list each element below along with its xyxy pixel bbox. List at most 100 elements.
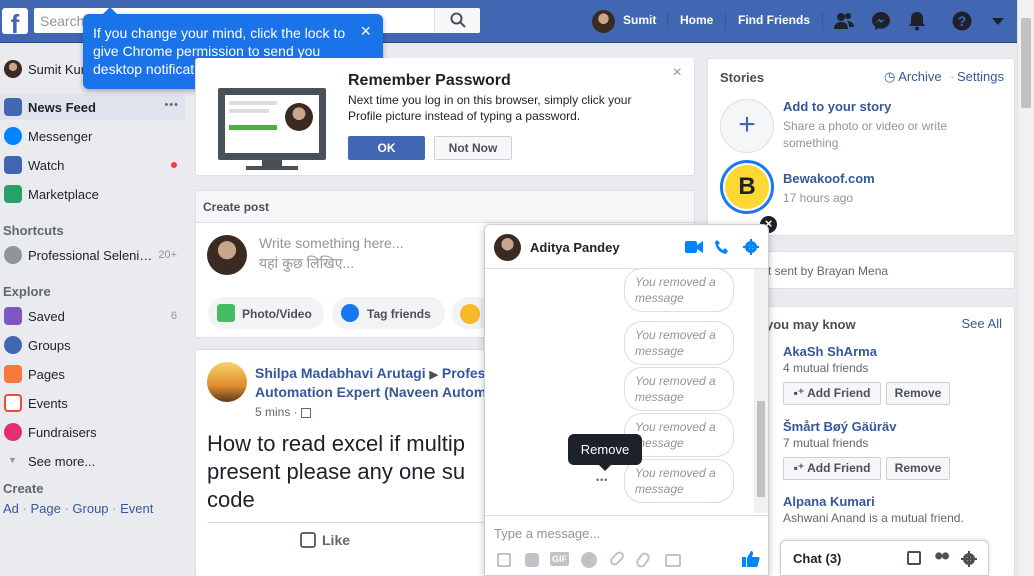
not-now-button[interactable]: Not Now [434,136,512,160]
chat-scrollbar-thumb[interactable] [757,401,765,497]
create-ad-link[interactable]: Ad [3,501,19,516]
shortcut-item[interactable]: Professional Seleni… 20+ [0,242,185,268]
like-label: Like [322,532,351,548]
create-post-header: Create post [196,191,694,223]
post-author-avatar[interactable] [207,362,247,402]
archive-label: Archive [898,69,942,84]
archive-clock-icon: ◷ [884,69,896,84]
post-text-line: How to read excel if multip [207,431,465,456]
chat-contact-name[interactable]: Aditya Pandey [530,240,620,255]
tag-friends-button[interactable]: Tag friends [332,297,445,329]
archive-settings-separator: · [950,69,955,84]
photo-icon [217,304,235,322]
messenger-icon[interactable] [871,11,891,31]
smiley-icon [460,304,480,324]
phone-call-icon[interactable] [714,239,730,255]
chat-input-divider [485,515,768,516]
see-more-link[interactable]: ▼ See more... [0,448,185,474]
ok-button[interactable]: OK [348,136,425,160]
sidebar-item-pages[interactable]: Pages [0,361,185,387]
remove-button[interactable]: Remove [886,382,950,405]
close-icon[interactable]: × [360,22,371,40]
close-icon[interactable]: × [673,64,682,82]
sidebar-item-watch[interactable]: Watch [0,152,185,178]
create-links: Ad · Page · Group · Event [3,501,154,516]
person-name[interactable]: AkaSh ShArma [783,344,877,359]
see-all-link[interactable]: See All [962,316,1002,331]
person-name[interactable]: Alpana Kumari [783,494,875,509]
sticker-icon[interactable] [525,553,539,567]
sidebar-item-messenger[interactable]: Messenger [0,123,185,149]
messenger-icon [4,127,22,145]
sidebar-item-groups[interactable]: Groups [0,332,185,358]
search-icon [450,12,466,28]
chat-scrollbar[interactable] [754,269,768,513]
post-author-name[interactable]: Shilpa Madabhavi Arutagi [255,365,426,381]
svg-text:?: ? [958,13,967,29]
sidebar-item-events[interactable]: Events [0,390,185,416]
message-input[interactable]: Type a message... [494,526,600,541]
sidebar-item-fundraisers[interactable]: Fundraisers [0,419,185,445]
video-call-icon[interactable] [685,240,703,254]
profile-link[interactable]: Sumit [623,13,656,27]
help-icon[interactable]: ? [952,11,972,31]
friend-requests-icon[interactable] [834,11,854,31]
fundraisers-icon [4,423,22,441]
add-friend-button[interactable]: ▪⁺ Add Friend [783,382,881,405]
new-group-icon[interactable] [934,551,950,565]
photo-icon[interactable] [497,553,511,567]
news-feed-options-icon[interactable]: ••• [164,99,179,111]
create-group-link[interactable]: Group [72,501,108,516]
add-friend-button[interactable]: ▪⁺ Add Friend [783,457,881,480]
sidebar-item-saved[interactable]: Saved 6 [0,303,185,329]
chat-header[interactable]: Aditya Pandey [485,225,768,269]
link-icon[interactable] [608,549,626,568]
post-time-row: 5 mins · [255,405,312,419]
add-story-button[interactable]: + [720,99,774,153]
create-page-link[interactable]: Page [30,501,60,516]
home-link[interactable]: Home [680,13,713,27]
person-mutual: 7 mutual friends [783,436,869,450]
post-group-name-line2[interactable]: Automation Expert (Naveen Autom [255,384,486,400]
person-name[interactable]: Šmårt Bøý Gäüräv [783,419,896,434]
create-event-link[interactable]: Event [120,501,153,516]
chat-bar[interactable]: Chat (3) [780,540,989,576]
gif-icon[interactable]: GIF [550,552,569,566]
news-feed-icon [4,98,22,116]
thumbs-up-send-icon[interactable] [742,550,760,568]
gear-icon[interactable] [743,239,759,255]
story-name[interactable]: Bewakoof.com [783,171,875,186]
stories-settings-link[interactable]: Settings [957,69,1004,84]
like-button[interactable]: Like [300,532,350,556]
post-time[interactable]: 5 mins [255,405,290,419]
sidebar-item-marketplace[interactable]: Marketplace [0,181,185,207]
page-scrollbar[interactable] [1017,0,1034,576]
chat-toolbar: GIF [495,549,765,570]
account-menu-chevron-icon[interactable] [988,11,1008,31]
post-group-name[interactable]: Profes [442,365,486,381]
camera-icon[interactable] [665,554,681,567]
new-message-icon[interactable] [907,551,921,565]
story-avatar-ring[interactable]: B [720,160,774,214]
remember-password-card: Remember Password Next time you log in o… [195,58,695,176]
user-avatar[interactable] [592,10,615,33]
nav-divider [667,12,668,30]
find-friends-link[interactable]: Find Friends [738,13,810,27]
add-to-story-title[interactable]: Add to your story [783,99,891,114]
archive-link[interactable]: ◷ Archive [884,69,942,85]
photo-video-button[interactable]: Photo/Video [208,297,324,329]
sidebar-item-news-feed[interactable]: News Feed ••• [0,94,185,120]
sidebar-item-label: Marketplace [28,187,99,202]
notifications-bell-icon[interactable] [907,11,927,31]
search-button[interactable] [434,8,480,33]
chat-settings-gear-icon[interactable] [961,551,977,567]
add-friend-icon: ▪⁺ [793,386,805,400]
message-options-icon[interactable]: ••• [596,475,608,485]
sidebar-item-label: Messenger [28,129,93,144]
tooltip-caret [599,465,611,471]
attachment-icon[interactable] [634,550,652,570]
emoji-icon[interactable] [581,552,597,568]
remove-button[interactable]: Remove [886,457,950,480]
facebook-logo[interactable]: f [2,8,28,34]
scrollbar-thumb[interactable] [1021,18,1031,108]
